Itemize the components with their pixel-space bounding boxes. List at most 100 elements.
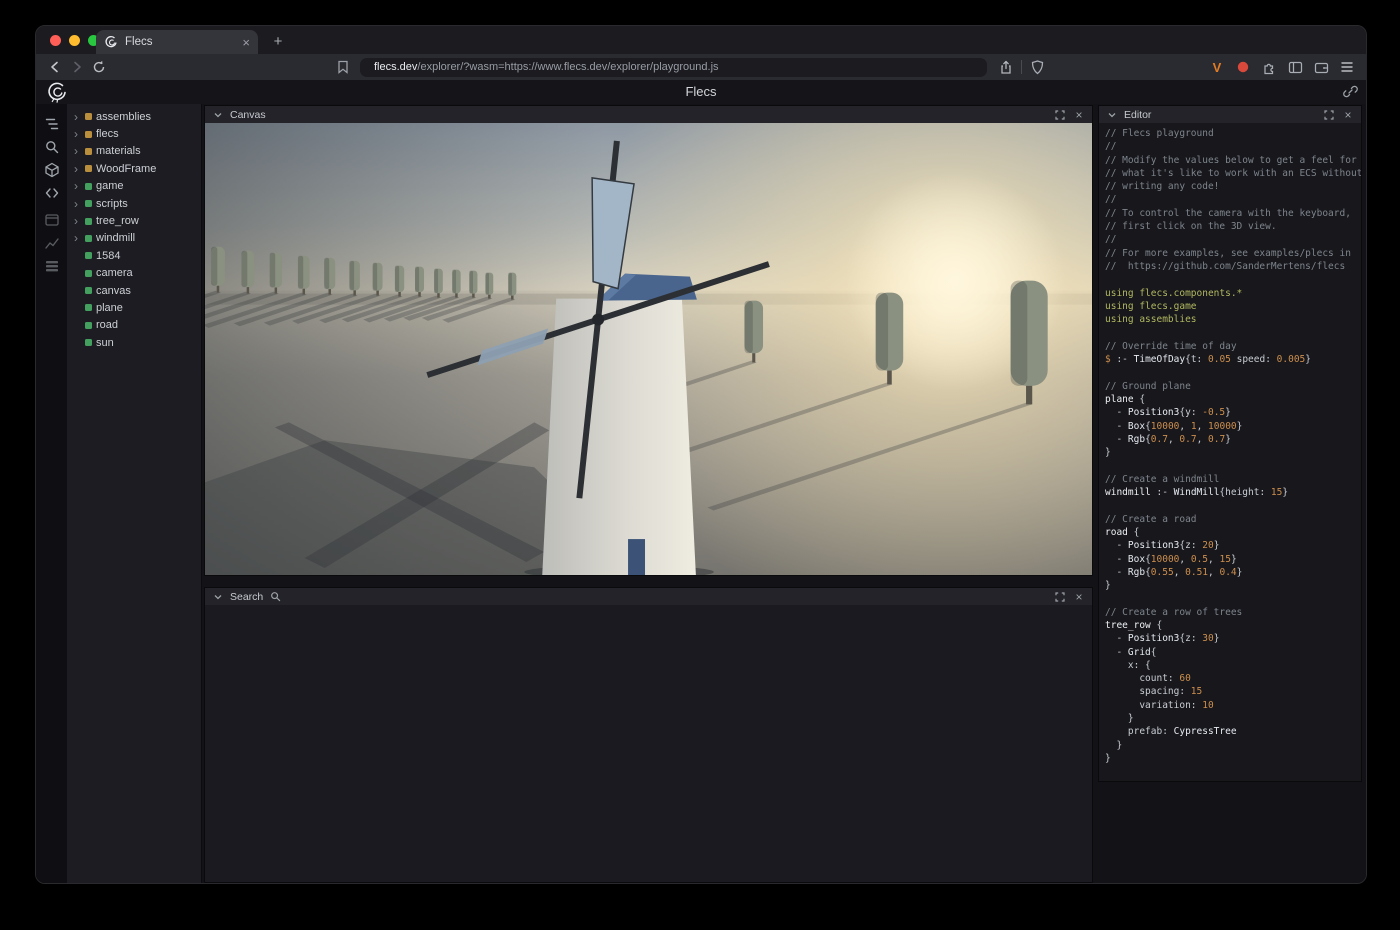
tree-item-label: road (96, 319, 118, 331)
code-line: spacing: 15 (1105, 685, 1361, 698)
collapse-chevron-icon[interactable] (211, 108, 225, 122)
entity-tree-icon[interactable] (36, 112, 67, 135)
entity-kind-square (85, 304, 92, 311)
close-panel-icon[interactable]: × (1072, 108, 1086, 122)
expand-chevron-icon[interactable]: › (74, 164, 81, 174)
share-icon[interactable] (995, 58, 1017, 76)
tree-item-WoodFrame[interactable]: ›WoodFrame (67, 160, 201, 177)
entity-kind-square (85, 218, 92, 225)
url-bar[interactable]: flecs.dev/explorer/?wasm=https://www.fle… (360, 58, 987, 77)
tree-item-sun[interactable]: sun (67, 334, 201, 351)
search-icon (268, 590, 282, 604)
adblock-extension-icon[interactable] (1232, 58, 1254, 76)
close-panel-icon[interactable]: × (1072, 590, 1086, 604)
url-host: flecs.dev (374, 61, 417, 73)
code-line: // first click on the 3D view. (1105, 220, 1361, 233)
back-button[interactable] (44, 58, 66, 76)
entity-kind-square (85, 339, 92, 346)
code-line: - Rgb{0.7, 0.7, 0.7} (1105, 433, 1361, 446)
tree-item-assemblies[interactable]: › assemblies (67, 108, 201, 125)
minimize-window-button[interactable] (69, 35, 80, 46)
fullscreen-icon[interactable] (1053, 590, 1067, 604)
share-link-icon[interactable] (1343, 84, 1358, 99)
collapse-chevron-icon[interactable] (1105, 108, 1119, 122)
entity-kind-square (85, 322, 92, 329)
tree-item-label: windmill (96, 232, 135, 244)
search-icon[interactable] (36, 135, 67, 158)
new-tab-button[interactable]: + (268, 31, 288, 51)
code-line (1105, 366, 1361, 379)
page-header: Flecs (36, 80, 1366, 104)
tab-close-icon[interactable]: × (242, 36, 250, 49)
extensions-puzzle-icon[interactable] (1258, 58, 1280, 76)
queries-icon[interactable] (36, 208, 67, 231)
code-line: // writing any code! (1105, 180, 1361, 193)
code-editor[interactable]: // Flecs playground//// Modify the value… (1099, 123, 1361, 781)
entity-kind-square (85, 270, 92, 277)
brave-vpn-icon[interactable]: V (1206, 58, 1228, 76)
code-line (1105, 326, 1361, 339)
expand-chevron-icon[interactable]: › (74, 112, 81, 122)
brave-shield-icon[interactable] (1026, 58, 1048, 76)
explorer-content: ›assemblies›flecs›materials›WoodFrame›ga… (36, 104, 1366, 883)
search-panel-header: Search × (205, 588, 1092, 606)
browser-window: Flecs × + flecs.dev/explorer/?wasm=https… (35, 25, 1367, 884)
tree-item-materials[interactable]: › materials (67, 143, 201, 160)
expand-chevron-icon[interactable]: › (74, 216, 81, 226)
tree-item-tree_row[interactable]: ›tree_row (67, 212, 201, 229)
icon-rail (36, 104, 67, 883)
code-icon[interactable] (36, 181, 67, 204)
bookmark-icon[interactable] (332, 58, 354, 76)
url-path: /explorer/?wasm=https://www.flecs.dev/ex… (417, 61, 718, 73)
fullscreen-icon[interactable] (1053, 108, 1067, 122)
fullscreen-icon[interactable] (1322, 108, 1336, 122)
world-icon[interactable] (36, 158, 67, 181)
canvas-3d-view[interactable] (205, 123, 1092, 575)
tree-item-plane[interactable]: plane (67, 299, 201, 316)
code-line: variation: 10 (1105, 699, 1361, 712)
collapse-chevron-icon[interactable] (211, 590, 225, 604)
entity-kind-square (85, 113, 92, 120)
code-line: plane { (1105, 393, 1361, 406)
traffic-lights (50, 35, 99, 46)
entity-tree-panel: ›assemblies›flecs›materials›WoodFrame›ga… (67, 104, 202, 883)
code-line: road { (1105, 526, 1361, 539)
tree-item-label: materials (96, 145, 141, 157)
expand-chevron-icon[interactable]: › (74, 181, 81, 191)
forward-button[interactable] (66, 58, 88, 76)
tables-icon[interactable] (36, 254, 67, 277)
tree-item-flecs[interactable]: ›flecs (67, 125, 201, 142)
expand-chevron-icon[interactable]: › (74, 199, 81, 209)
tree-item-scripts[interactable]: ›scripts (67, 195, 201, 212)
close-window-button[interactable] (50, 35, 61, 46)
sidebar-toggle-icon[interactable] (1284, 58, 1306, 76)
tree-item-label: game (96, 180, 124, 192)
tree-item-camera[interactable]: camera (67, 265, 201, 282)
tree-item-label: assemblies (96, 111, 151, 123)
expand-chevron-icon[interactable]: › (74, 129, 81, 139)
code-line: // (1105, 233, 1361, 246)
code-line: using flecs.game (1105, 300, 1361, 313)
code-line: // Create a row of trees (1105, 606, 1361, 619)
tree-item-1584[interactable]: 1584 (67, 247, 201, 264)
entity-kind-square (85, 287, 92, 294)
code-line (1105, 273, 1361, 286)
expand-chevron-icon[interactable]: › (74, 146, 81, 156)
wallet-icon[interactable] (1310, 58, 1332, 76)
flecs-explorer-page: Flecs (36, 80, 1366, 883)
close-panel-icon[interactable]: × (1341, 108, 1355, 122)
code-line: // what it's like to work with an ECS wi… (1105, 167, 1361, 180)
code-line: // Modify the values below to get a feel… (1105, 154, 1361, 167)
expand-chevron-icon[interactable]: › (74, 233, 81, 243)
code-line: $ :- TimeOfDay{t: 0.05 speed: 0.005} (1105, 353, 1361, 366)
menu-icon[interactable] (1336, 58, 1358, 76)
code-line: // (1105, 193, 1361, 206)
reload-button[interactable] (88, 58, 110, 76)
tree-item-road[interactable]: road (67, 317, 201, 334)
entity-kind-square (85, 235, 92, 242)
tree-item-windmill[interactable]: › windmill (67, 230, 201, 247)
statistics-icon[interactable] (36, 231, 67, 254)
tree-item-game[interactable]: › game (67, 178, 201, 195)
tree-item-canvas[interactable]: canvas (67, 282, 201, 299)
browser-tab[interactable]: Flecs × (96, 30, 258, 54)
